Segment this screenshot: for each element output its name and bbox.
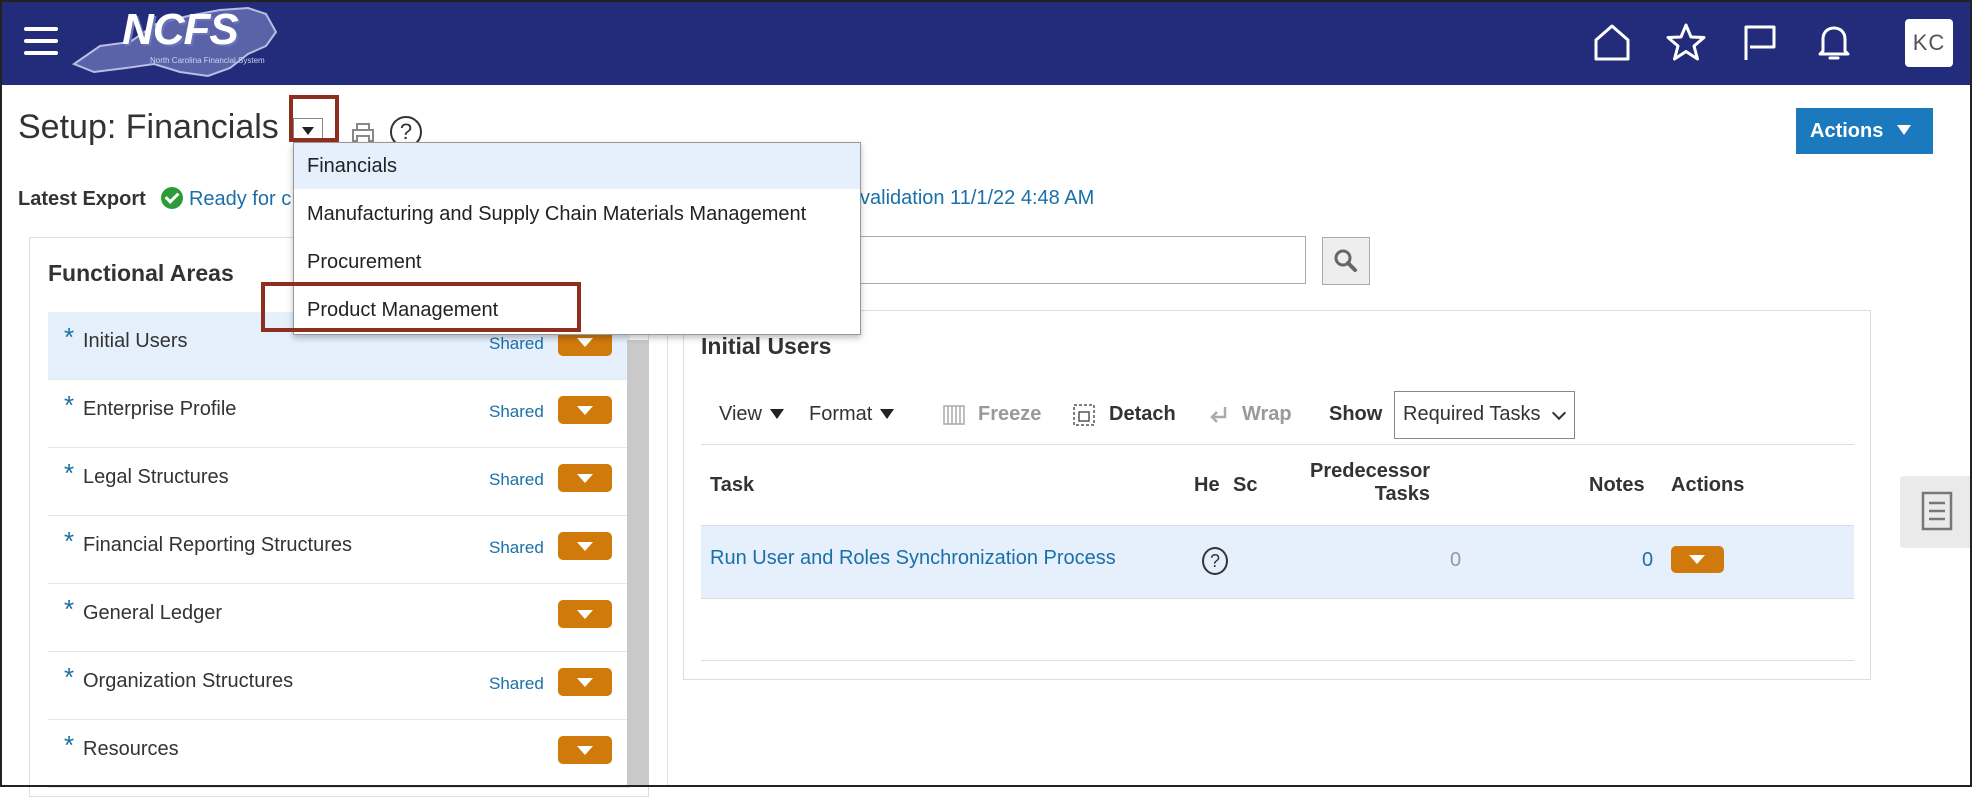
functional-areas-list: * Initial Users Shared * Enterprise Prof… xyxy=(48,312,630,788)
show-label: Show xyxy=(1329,403,1383,425)
functional-area-label: Organization Structures xyxy=(83,670,294,692)
functional-area-label: Enterprise Profile xyxy=(83,398,237,420)
required-marker: * xyxy=(64,390,75,420)
success-check-icon xyxy=(161,187,184,209)
navigator-menu-icon[interactable] xyxy=(24,27,58,55)
column-header-task[interactable]: Task xyxy=(710,474,754,497)
notifications-bell-icon[interactable] xyxy=(1814,22,1854,62)
home-icon[interactable] xyxy=(1592,22,1632,62)
page-title: Setup: Financials xyxy=(18,108,279,146)
notes-count-link[interactable]: 0 xyxy=(1642,549,1653,572)
functional-area-actions-button[interactable] xyxy=(558,736,612,764)
menu-item-manufacturing-supply-chain[interactable]: Manufacturing and Supply Chain Materials… xyxy=(294,191,860,237)
required-marker: * xyxy=(64,594,75,624)
menu-item-procurement[interactable]: Procurement xyxy=(294,239,860,285)
functional-area-actions-button[interactable] xyxy=(558,396,612,424)
functional-area-label: Legal Structures xyxy=(83,466,229,488)
column-header-notes[interactable]: Notes xyxy=(1589,474,1645,497)
chevron-down-icon xyxy=(1551,405,1567,421)
watchlist-flag-icon[interactable] xyxy=(1740,22,1780,62)
favorites-star-icon[interactable] xyxy=(1666,22,1706,62)
functional-area-label: Initial Users xyxy=(83,330,188,352)
caret-down-icon xyxy=(880,409,895,419)
column-header-predecessor-tasks[interactable]: Predecessor Tasks xyxy=(1310,460,1430,506)
freeze-icon xyxy=(943,405,965,425)
format-menu-label: Format xyxy=(809,403,873,425)
freeze-button[interactable]: Freeze xyxy=(978,403,1041,426)
predecessor-header-line2: Tasks xyxy=(1374,483,1430,505)
export-validation-link[interactable]: validation 11/1/22 4:48 AM xyxy=(860,187,1094,210)
logo-text: NCFS xyxy=(122,5,239,54)
global-header: NCFS North Carolina Financial System KC xyxy=(0,0,1972,85)
functional-area-label: Financial Reporting Structures xyxy=(83,534,353,556)
functional-area-actions-button[interactable] xyxy=(558,464,612,492)
user-avatar[interactable]: KC xyxy=(1905,19,1953,67)
functional-area-actions-button[interactable] xyxy=(558,532,612,560)
functional-area-item[interactable]: * Organization Structures Shared xyxy=(48,652,630,720)
actions-button[interactable]: Actions xyxy=(1796,108,1933,154)
shared-badge: Shared xyxy=(489,402,544,421)
required-marker: * xyxy=(64,662,75,692)
functional-area-item[interactable]: * Financial Reporting Structures Shared xyxy=(48,516,630,584)
offering-dropdown-button[interactable] xyxy=(293,118,323,142)
search-icon xyxy=(1334,249,1357,272)
task-help-icon[interactable]: ? xyxy=(1202,547,1228,575)
view-menu[interactable]: View xyxy=(719,403,784,426)
detach-button[interactable]: Detach xyxy=(1109,403,1176,426)
task-link[interactable]: Run User and Roles Synchronization Proce… xyxy=(710,547,1116,570)
caret-down-icon xyxy=(770,409,784,419)
table-header-divider xyxy=(701,444,1854,445)
tasks-panel-title: Initial Users xyxy=(701,333,832,359)
shared-badge: Shared xyxy=(489,674,544,693)
offering-dropdown-menu: Financials Manufacturing and Supply Chai… xyxy=(293,142,861,335)
required-marker: * xyxy=(64,526,75,556)
format-menu[interactable]: Format xyxy=(809,403,895,426)
search-input[interactable] xyxy=(850,236,1306,284)
required-marker: * xyxy=(64,730,75,760)
shared-badge: Shared xyxy=(489,334,544,353)
functional-areas-title: Functional Areas xyxy=(48,260,234,286)
functional-area-item[interactable]: * Legal Structures Shared xyxy=(48,448,630,516)
required-marker: * xyxy=(64,458,75,488)
shared-badge: Shared xyxy=(489,538,544,557)
table-footer-line xyxy=(701,660,1854,661)
view-menu-label: View xyxy=(719,403,762,425)
column-header-scope[interactable]: Sc xyxy=(1233,474,1263,497)
task-actions-button[interactable] xyxy=(1671,546,1724,573)
show-filter-select[interactable]: Required Tasks xyxy=(1394,391,1575,439)
show-filter-value: Required Tasks xyxy=(1403,403,1541,425)
menu-item-financials[interactable]: Financials xyxy=(294,143,860,189)
functional-area-actions-button[interactable] xyxy=(558,600,612,628)
export-status-link[interactable]: Ready for c xyxy=(189,188,291,210)
menu-item-product-management[interactable]: Product Management xyxy=(294,287,860,333)
logo-subtext: North Carolina Financial System xyxy=(150,56,265,65)
functional-area-item[interactable]: * Enterprise Profile Shared xyxy=(48,380,630,448)
shared-badge: Shared xyxy=(489,470,544,489)
functional-area-label: Resources xyxy=(83,738,179,760)
wrap-icon xyxy=(1210,407,1227,423)
tasks-panel: Initial Users View Format Freeze Detach … xyxy=(683,310,1871,680)
predecessor-header-line1: Predecessor xyxy=(1310,460,1431,482)
search-button[interactable] xyxy=(1322,237,1370,285)
predecessor-tasks-count: 0 xyxy=(1450,549,1462,571)
wrap-button[interactable]: Wrap xyxy=(1242,403,1292,426)
latest-export-label: Latest Export xyxy=(18,188,146,210)
contextual-panel-tab[interactable] xyxy=(1900,476,1972,548)
functional-areas-scrollbar[interactable] xyxy=(627,340,649,787)
required-marker: * xyxy=(64,322,75,352)
functional-area-label: General Ledger xyxy=(83,602,222,624)
column-header-help[interactable]: He xyxy=(1194,474,1220,497)
latest-export-row: Latest Export Ready for c xyxy=(18,187,291,211)
document-icon xyxy=(1921,491,1953,531)
column-header-actions[interactable]: Actions xyxy=(1671,474,1744,497)
functional-area-item[interactable]: * General Ledger xyxy=(48,584,630,652)
functional-area-item[interactable]: * Resources xyxy=(48,720,630,788)
detach-icon xyxy=(1073,404,1095,426)
functional-area-actions-button[interactable] xyxy=(558,668,612,696)
